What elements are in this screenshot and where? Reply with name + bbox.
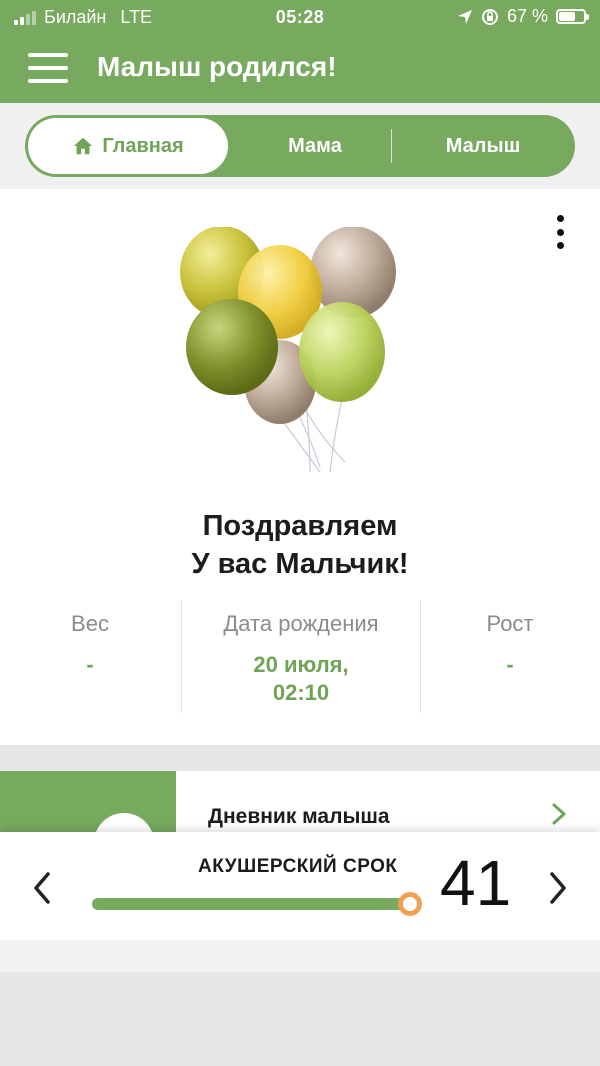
more-vert-icon[interactable] [554, 215, 566, 249]
term-slider-track[interactable] [92, 898, 410, 910]
diary-title: Дневник малыша [208, 805, 390, 828]
tabs-container: Главная Мама Малыш [0, 103, 600, 189]
rotation-lock-icon [481, 8, 498, 25]
diary-thumbnail [0, 771, 176, 833]
tab-baby-label: Малыш [445, 134, 521, 157]
tab-divider [391, 129, 392, 163]
term-week-number: 41 [440, 847, 512, 919]
menu-icon[interactable] [28, 53, 68, 83]
congrats-line-2: У вас Мальчик! [191, 548, 409, 580]
tab-baby[interactable]: Малыш [395, 115, 571, 177]
stat-birth-date-label: Дата рождения [223, 611, 379, 636]
chevron-right-icon[interactable] [546, 870, 570, 906]
stat-height-value: - [506, 652, 514, 677]
stat-weight-value: - [86, 652, 94, 677]
birth-card: Поздравляем У вас Мальчик! Вес - Дата ро… [0, 189, 600, 745]
stat-weight: Вес - [0, 601, 180, 713]
diary-thumbnail-shape [94, 813, 154, 833]
balloons-illustration [180, 227, 396, 473]
battery-icon [556, 9, 589, 24]
battery-percent: 67 % [506, 6, 548, 26]
tab-home-label: Главная [102, 134, 184, 157]
obstetric-term-bar: АКУШЕРСКИЙ СРОК 41 [0, 832, 600, 940]
baby-diary-row[interactable]: Дневник малыша [0, 771, 600, 833]
home-icon [74, 137, 93, 155]
stat-height: Рост - [420, 601, 600, 713]
stat-birth-date: Дата рождения 20 июля, 02:10 [181, 601, 421, 713]
battery-level [559, 12, 575, 21]
chevron-left-icon[interactable] [30, 870, 54, 906]
chevron-right-icon [552, 803, 566, 825]
stat-height-label: Рост [486, 611, 534, 636]
stat-weight-label: Вес [71, 611, 109, 636]
tab-home[interactable]: Главная [28, 118, 228, 174]
birth-time-text: 02:10 [272, 680, 330, 705]
birth-stats: Вес - Дата рождения 20 июля, 02:10 Рост … [0, 601, 600, 713]
birth-date-text: 20 июля, [253, 652, 349, 677]
stat-birth-date-value: 20 июля, 02:10 [182, 651, 420, 707]
status-right: 67 % [457, 6, 589, 27]
location-icon [457, 9, 472, 24]
app-bar: Малыш родился! [0, 34, 600, 103]
congrats-line-1: Поздравляем [202, 510, 398, 542]
segmented-tabs: Главная Мама Малыш [25, 115, 575, 177]
tab-mama-label: Мама [288, 134, 342, 157]
term-slider-knob[interactable] [398, 892, 422, 916]
page-title: Малыш родился! [97, 51, 337, 82]
tab-mama[interactable]: Мама [235, 115, 395, 177]
status-bar: Билайн LTE 05:28 67 % [0, 0, 600, 34]
term-label: АКУШЕРСКИЙ СРОК [198, 856, 398, 877]
congrats-heading: Поздравляем У вас Мальчик! [0, 507, 600, 583]
bottom-spacer [0, 940, 600, 972]
